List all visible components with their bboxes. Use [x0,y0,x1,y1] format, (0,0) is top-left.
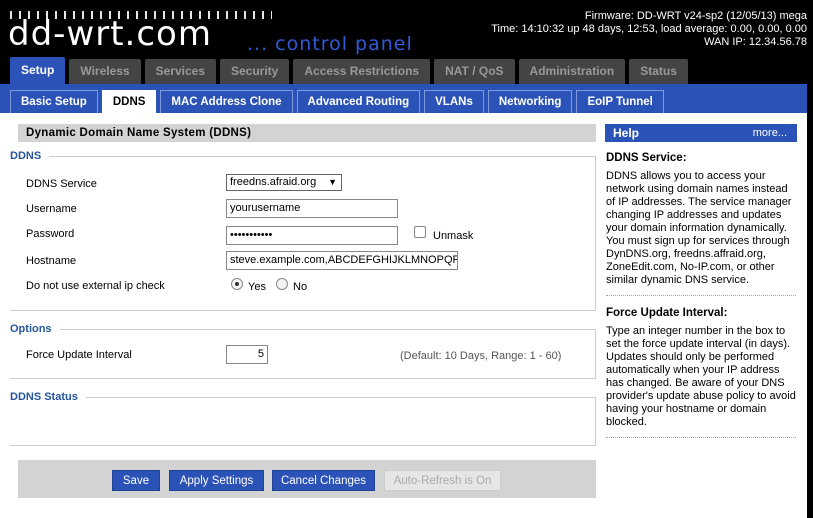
header: dd-wrt.com ... control panel Firmware: D… [0,0,813,58]
uptime-info: Time: 14:10:32 up 48 days, 12:53, load a… [491,23,807,35]
help-more-link[interactable]: more... [753,124,787,142]
help-divider [606,295,796,296]
main-tabs: Setup Wireless Services Security Access … [10,57,692,84]
subtab-ddns[interactable]: DDNS [101,90,157,113]
cancel-changes-button[interactable]: Cancel Changes [272,470,375,491]
unmask-label: Unmask [433,230,474,242]
tab-administration[interactable]: Administration [518,59,626,84]
ddns-legend: DDNS [10,150,42,162]
unmask-checkbox[interactable] [414,226,426,238]
wan-ip-info: WAN IP: 12.34.56.78 [704,36,807,48]
ddns-service-select[interactable]: freedns.afraid.org ▼ [226,174,342,191]
tab-security[interactable]: Security [220,59,290,84]
subtab-mac-address-clone[interactable]: MAC Address Clone [160,90,293,113]
logo: dd-wrt.com [8,14,212,54]
help-ddns-service-text: DDNS allows you to access your network u… [606,170,792,286]
subtab-eoip-tunnel[interactable]: EoIP Tunnel [576,90,664,113]
subtab-advanced-routing[interactable]: Advanced Routing [296,90,421,113]
firmware-info: Firmware: DD-WRT v24-sp2 (12/05/13) mega [584,10,807,22]
options-legend: Options [10,323,52,335]
hostname-input[interactable]: steve.example.com,ABCDEFGHIJKLMNOPQRST [226,251,458,270]
logo-subtitle: ... control panel [247,33,413,55]
external-ip-no-radio[interactable] [276,278,288,290]
no-label: No [293,281,308,293]
ddns-service-label: DDNS Service [26,178,97,190]
help-force-update-title: Force Update Interval: [606,307,728,319]
help-ddns-service-title: DDNS Service: [606,152,687,164]
ddns-status-fieldset: DDNS Status [10,391,596,446]
apply-settings-button[interactable]: Apply Settings [169,470,264,491]
router-info: Firmware: DD-WRT v24-sp2 (12/05/13) mega… [491,10,807,49]
password-input[interactable]: ••••••••••• [226,226,398,245]
force-update-interval-hint: (Default: 10 Days, Range: 1 - 60) [400,350,562,362]
ddns-service-value: freedns.afraid.org [230,176,317,188]
hostname-label: Hostname [26,255,77,267]
chevron-down-icon: ▼ [328,177,337,187]
subtab-vlans[interactable]: VLANs [424,90,484,113]
force-update-interval-input[interactable]: 5 [226,345,268,364]
help-title: Help [613,126,640,140]
external-ip-check-label: Do not use external ip check [26,280,165,292]
page-title: Dynamic Domain Name System (DDNS) [18,124,596,142]
tab-access-restrictions[interactable]: Access Restrictions [293,59,431,84]
help-divider [606,437,796,438]
tab-wireless[interactable]: Wireless [69,59,141,84]
help-force-update-text: Type an integer number in the box to set… [606,325,796,428]
subtab-basic-setup[interactable]: Basic Setup [10,90,98,113]
help-header: Help more... [605,124,797,142]
username-label: Username [26,203,77,215]
tab-nat-qos[interactable]: NAT / QoS [434,59,515,84]
force-update-interval-label: Force Update Interval [26,349,132,361]
sub-tabs: Basic Setup DDNS MAC Address Clone Advan… [10,90,668,113]
subtab-networking[interactable]: Networking [487,90,573,113]
auto-refresh-button: Auto-Refresh is On [384,470,501,491]
tab-setup[interactable]: Setup [10,57,66,84]
tab-status[interactable]: Status [629,59,688,84]
external-ip-yes-radio[interactable] [231,278,243,290]
tab-services[interactable]: Services [144,59,216,84]
ddns-status-legend: DDNS Status [10,391,78,403]
password-label: Password [26,228,75,240]
yes-label: Yes [248,281,266,293]
username-input[interactable]: yourusername [226,199,398,218]
save-button[interactable]: Save [112,470,160,491]
